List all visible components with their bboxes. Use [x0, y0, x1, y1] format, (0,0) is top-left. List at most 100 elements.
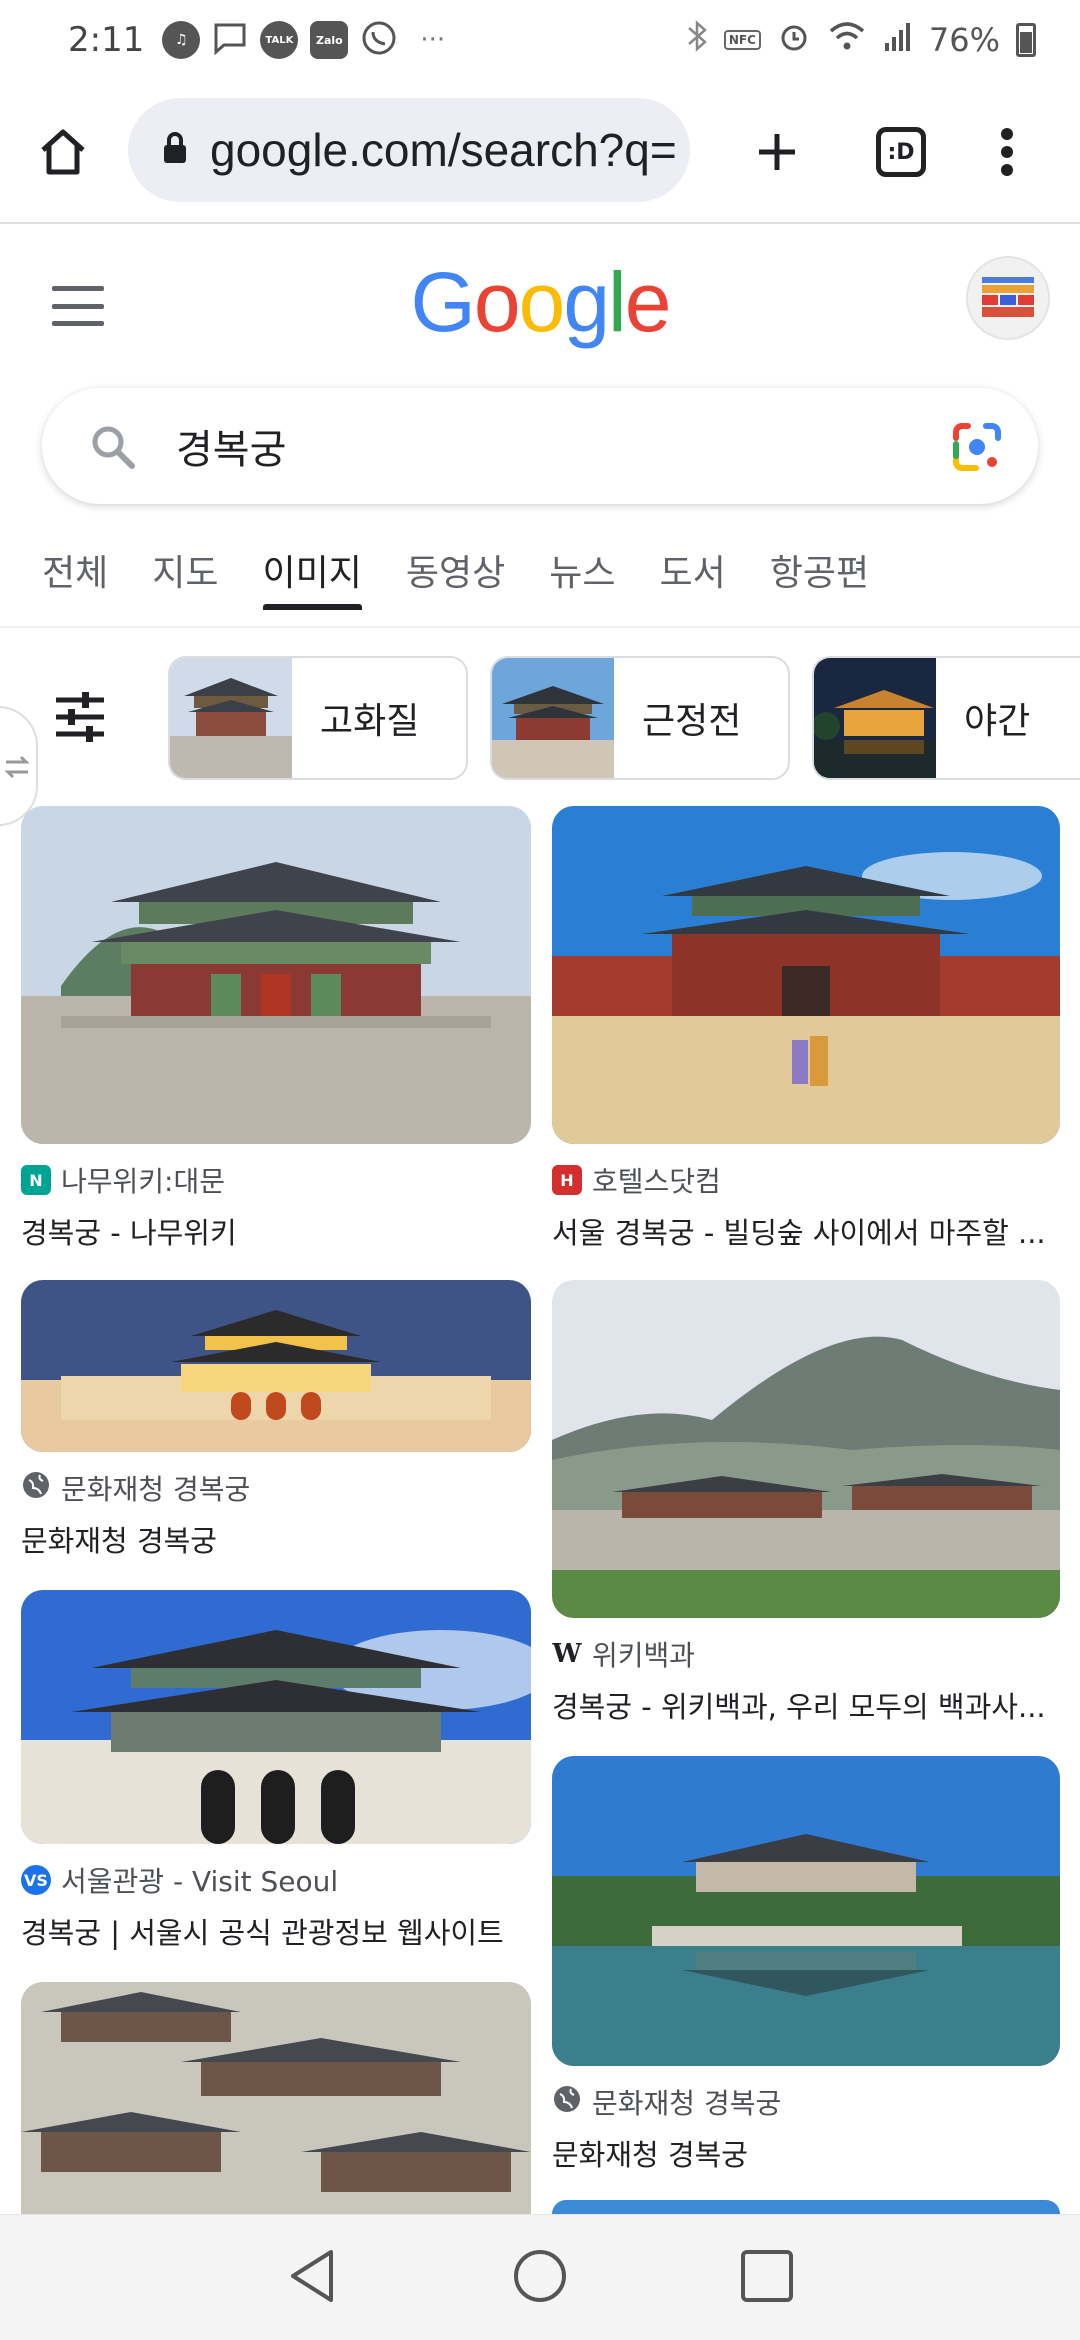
- google-lens-icon[interactable]: [950, 420, 1004, 478]
- result-source: VS 서울관광 - Visit Seoul: [21, 1860, 531, 1900]
- home-button[interactable]: [18, 107, 108, 197]
- chip-thumbnail: [170, 658, 292, 778]
- logo-letter: o: [473, 255, 521, 349]
- image-result[interactable]: 문화재청 경복궁 문화재청 경복궁: [21, 1280, 531, 1560]
- search-query[interactable]: 경복궁: [176, 417, 286, 475]
- result-image[interactable]: [21, 1590, 531, 1844]
- recents-icon[interactable]: [739, 2248, 795, 2308]
- whatsapp-icon: [360, 19, 398, 61]
- message-icon: [212, 21, 248, 59]
- home-nav-icon[interactable]: [510, 2246, 570, 2310]
- source-name: 호텔스닷컴: [592, 1165, 721, 1198]
- image-result[interactable]: N 나무위키:대문 경복궁 - 나무위키: [21, 806, 531, 1252]
- result-source: 문화재청 경복궁: [552, 2082, 1060, 2122]
- avatar[interactable]: [966, 256, 1050, 340]
- status-bar: 2:11 ♫ TALK Zalo ··· NFC 76%: [0, 0, 1080, 80]
- hotels-icon: H: [552, 1165, 582, 1195]
- status-time: 2:11: [68, 20, 145, 60]
- wikipedia-icon: W: [552, 1639, 582, 1669]
- image-result-partial[interactable]: [552, 2200, 1060, 2214]
- result-title[interactable]: 경복궁 - 위키백과, 우리 모두의 백과사...: [552, 1684, 1060, 1726]
- source-name: 서울관광 - Visit Seoul: [61, 1865, 339, 1898]
- result-image[interactable]: [552, 1280, 1060, 1618]
- chip-high-quality[interactable]: 고화질: [168, 656, 468, 780]
- logo-letter: G: [410, 255, 476, 349]
- status-bar-left: 2:11 ♫ TALK Zalo ···: [68, 19, 445, 61]
- visitseoul-icon: VS: [21, 1865, 51, 1895]
- battery-percent: 76%: [928, 21, 1000, 59]
- nfc-icon: NFC: [723, 30, 761, 50]
- battery-icon: [1016, 23, 1036, 57]
- logo-letter: o: [518, 255, 566, 349]
- result-image[interactable]: [21, 1982, 531, 2214]
- lock-icon: [162, 131, 188, 169]
- result-title[interactable]: 서울 경복궁 - 빌딩숲 사이에서 마주할 ...: [552, 1210, 1060, 1252]
- chip-label: 근정전: [642, 701, 742, 742]
- browser-toolbar: google.com/search?q= :D: [0, 80, 1080, 224]
- chip-label: 야간: [964, 701, 1031, 742]
- tab-count: :D: [876, 127, 926, 177]
- result-image[interactable]: [552, 2200, 1060, 2214]
- logo-letter: e: [624, 255, 672, 349]
- result-source: W 위키백과: [552, 1634, 1060, 1674]
- tab-3[interactable]: 동영상: [384, 530, 527, 610]
- tab-5[interactable]: 도서: [638, 530, 748, 610]
- tab-6[interactable]: 항공편: [748, 530, 891, 610]
- result-title[interactable]: 문화재청 경복궁: [21, 1518, 531, 1560]
- image-result-partial[interactable]: [21, 1982, 531, 2214]
- zalo-icon: Zalo: [310, 21, 349, 59]
- chip-geunjeongjeon[interactable]: 근정전: [490, 656, 790, 780]
- signal-icon: [883, 19, 913, 61]
- tab-switcher-button[interactable]: :D: [856, 107, 946, 197]
- result-source: H 호텔스닷컴: [552, 1160, 1060, 1200]
- image-result[interactable]: H 호텔스닷컴 서울 경복궁 - 빌딩숲 사이에서 마주할 ...: [552, 806, 1060, 1252]
- globe-icon: [21, 1470, 51, 1507]
- bluetooth-icon: [686, 19, 708, 61]
- chip-night[interactable]: 야간: [812, 656, 1080, 780]
- result-title[interactable]: 경복궁 | 서울시 공식 관광정보 웹사이트: [21, 1910, 531, 1952]
- image-result[interactable]: VS 서울관광 - Visit Seoul 경복궁 | 서울시 공식 관광정보 …: [21, 1590, 531, 1952]
- home-icon: [41, 129, 85, 175]
- chip-thumbnail: [492, 658, 614, 778]
- result-image[interactable]: [552, 1756, 1060, 2066]
- tab-1[interactable]: 지도: [130, 530, 240, 610]
- logo-letter: l: [608, 255, 627, 349]
- system-nav-bar: [0, 2214, 1080, 2340]
- kakaotalk-icon: TALK: [260, 21, 299, 59]
- wifi-icon: [827, 19, 867, 61]
- result-title[interactable]: 문화재청 경복궁: [552, 2132, 1060, 2174]
- music-icon: ♫: [162, 21, 201, 59]
- search-tabs: 전체 지도 이미지 동영상 뉴스 도서 항공편: [0, 530, 1080, 610]
- alarm-icon: [777, 19, 811, 61]
- tab-2[interactable]: 이미지: [241, 530, 384, 610]
- logo-letter: g: [563, 255, 610, 349]
- back-icon[interactable]: [285, 2246, 341, 2310]
- url-text: google.com/search?q=: [210, 124, 677, 176]
- status-bar-right: NFC 76%: [686, 19, 1036, 61]
- address-bar[interactable]: google.com/search?q=: [128, 98, 690, 202]
- source-name: 나무위키:대문: [61, 1165, 225, 1198]
- tune-icon[interactable]: [52, 692, 108, 746]
- menu-button[interactable]: [962, 107, 1052, 197]
- result-source: N 나무위키:대문: [21, 1160, 531, 1200]
- plus-icon: [759, 134, 795, 170]
- tab-0[interactable]: 전체: [42, 530, 130, 610]
- tab-4[interactable]: 뉴스: [527, 530, 637, 610]
- globe-icon: [552, 2084, 582, 2121]
- google-header: Google: [0, 226, 1080, 386]
- result-title[interactable]: 경복궁 - 나무위키: [21, 1210, 531, 1252]
- more-notifications: ···: [420, 25, 446, 55]
- source-name: 문화재청 경복궁: [592, 2087, 782, 2120]
- image-result[interactable]: W 위키백과 경복궁 - 위키백과, 우리 모두의 백과사...: [552, 1280, 1060, 1726]
- result-image[interactable]: [552, 806, 1060, 1144]
- source-name: 문화재청 경복궁: [61, 1473, 251, 1506]
- source-name: 위키백과: [592, 1639, 696, 1672]
- more-vert-icon: [1001, 128, 1013, 176]
- new-tab-button[interactable]: [732, 107, 822, 197]
- result-image[interactable]: [21, 1280, 531, 1452]
- image-result[interactable]: 문화재청 경복궁 문화재청 경복궁: [552, 1756, 1060, 2174]
- result-image[interactable]: [21, 806, 531, 1144]
- search-box[interactable]: 경복궁: [42, 388, 1038, 504]
- namuwiki-icon: N: [21, 1165, 51, 1195]
- google-logo[interactable]: Google: [0, 254, 1080, 351]
